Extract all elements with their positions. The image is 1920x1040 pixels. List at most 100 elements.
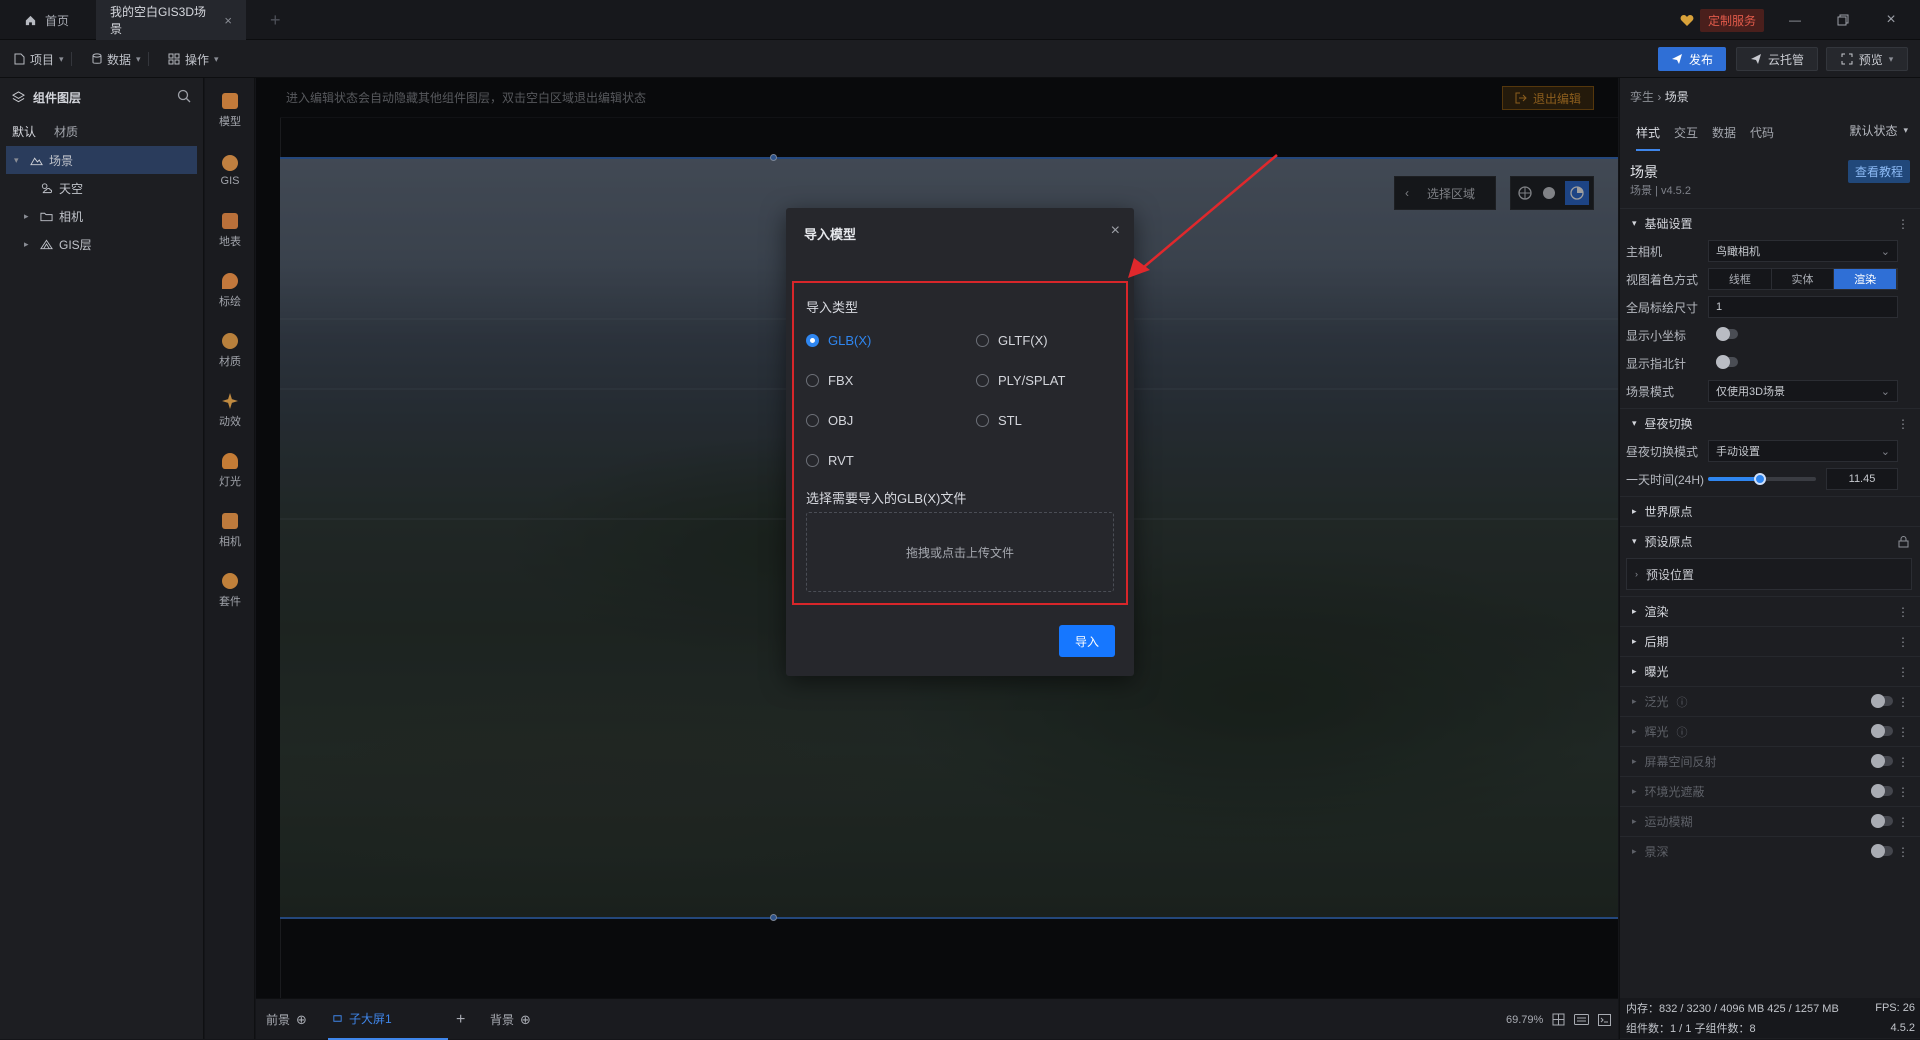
more-vertical-icon[interactable]: ⋮	[1897, 725, 1909, 739]
radio-fbx[interactable]: FBX	[806, 373, 853, 388]
section-post[interactable]: ▸ 后期 ⋮	[1620, 626, 1920, 656]
more-vertical-icon[interactable]: ⋮	[1897, 217, 1909, 231]
more-vertical-icon[interactable]: ⋮	[1897, 785, 1909, 799]
radio-obj[interactable]: OBJ	[806, 413, 853, 428]
close-icon[interactable]: ×	[1111, 222, 1120, 240]
tab-style[interactable]: 样式	[1636, 124, 1661, 151]
help-icon[interactable]: ⓘ	[1677, 724, 1688, 740]
help-icon[interactable]: ⓘ	[1677, 694, 1688, 710]
tab-interaction[interactable]: 交互	[1674, 124, 1698, 151]
tree-item-camera[interactable]: ▸ 相机	[0, 202, 203, 230]
time-input[interactable]: 11.45	[1826, 468, 1898, 490]
tab-scene[interactable]: 我的空白GIS3D场景 ×	[96, 0, 246, 40]
background-tab[interactable]: 背景 ⊕	[490, 999, 531, 1040]
section-preset-origin[interactable]: ▾ 预设原点	[1620, 526, 1920, 556]
shading-wireframe[interactable]: 线框	[1709, 269, 1772, 289]
section-render[interactable]: ▸ 渲染 ⋮	[1620, 596, 1920, 626]
import-button[interactable]: 导入	[1059, 625, 1115, 657]
zoom-level[interactable]: 69.79%	[1506, 999, 1543, 1040]
section-motion-blur[interactable]: ▸ 运动模糊 ⋮	[1620, 806, 1920, 836]
section-world-origin[interactable]: ▸ 世界原点	[1620, 496, 1920, 526]
shading-render[interactable]: 渲染	[1834, 269, 1898, 289]
custom-service[interactable]: 定制服务	[1680, 8, 1765, 32]
publish-button[interactable]: 发布	[1658, 47, 1726, 71]
tab-data[interactable]: 数据	[1712, 124, 1736, 151]
radio-gltfx[interactable]: GLTF(X)	[976, 333, 1048, 348]
rail-item-model[interactable]: 模型	[205, 84, 255, 138]
rail-item-effects[interactable]: 动效	[205, 384, 255, 438]
caret-right-icon[interactable]: ▸	[24, 211, 34, 222]
radio-glbx[interactable]: GLB(X)	[806, 333, 871, 348]
more-vertical-icon[interactable]: ⋮	[1897, 417, 1909, 431]
ssr-toggle[interactable]	[1871, 754, 1893, 768]
section-basic[interactable]: ▾ 基础设置 ⋮	[1620, 208, 1920, 238]
minimize-icon[interactable]: —	[1772, 0, 1818, 40]
fit-screen-icon[interactable]	[1552, 999, 1565, 1040]
scene-mode-select[interactable]: 仅使用3D场景 ⌄	[1708, 380, 1898, 402]
glare-toggle[interactable]	[1871, 724, 1893, 738]
foreground-tab[interactable]: 前景 ⊕	[266, 999, 307, 1040]
keyboard-icon[interactable]	[1574, 999, 1589, 1040]
tab-home[interactable]: 首页	[10, 0, 90, 40]
more-vertical-icon[interactable]: ⋮	[1897, 635, 1909, 649]
more-vertical-icon[interactable]: ⋮	[1897, 755, 1909, 769]
radio-ply-splat[interactable]: PLY/SPLAT	[976, 373, 1065, 388]
menu-data[interactable]: 数据 ▾	[92, 40, 149, 78]
add-screen-icon[interactable]: +	[456, 999, 465, 1040]
more-vertical-icon[interactable]: ⋮	[1897, 665, 1909, 679]
caret-right-icon[interactable]: ▸	[24, 239, 34, 250]
file-dropzone[interactable]: 拖拽或点击上传文件	[806, 512, 1114, 592]
view-tutorial-button[interactable]: 查看教程	[1847, 160, 1910, 183]
section-exposure[interactable]: ▸ 曝光 ⋮	[1620, 656, 1920, 686]
window-close-icon[interactable]: ×	[1868, 0, 1914, 40]
time-slider[interactable]	[1708, 473, 1816, 485]
preview-button[interactable]: 预览 ▾	[1826, 47, 1908, 71]
terminal-icon[interactable]	[1598, 999, 1611, 1040]
main-camera-select[interactable]: 鸟瞰相机 ⌄	[1708, 240, 1898, 262]
restore-icon[interactable]	[1820, 0, 1866, 40]
menu-operate[interactable]: 操作 ▾	[168, 40, 219, 78]
marker-size-input[interactable]: 1	[1708, 296, 1898, 318]
add-circle-icon[interactable]: ⊕	[520, 1012, 531, 1028]
show-compass-toggle[interactable]	[1716, 355, 1738, 369]
section-ao[interactable]: ▸ 环境光遮蔽 ⋮	[1620, 776, 1920, 806]
tab-material[interactable]: 材质	[54, 123, 78, 140]
search-icon[interactable]	[177, 89, 191, 103]
section-dof[interactable]: ▸ 景深 ⋮	[1620, 836, 1920, 866]
cloud-host-button[interactable]: 云托管	[1736, 47, 1818, 71]
radio-rvt[interactable]: RVT	[806, 453, 854, 468]
breadcrumb-parent[interactable]: 孪生	[1630, 90, 1654, 104]
motion-blur-toggle[interactable]	[1871, 814, 1893, 828]
rail-item-kit[interactable]: 套件	[205, 564, 255, 618]
radio-stl[interactable]: STL	[976, 413, 1022, 428]
section-bloom[interactable]: ▸ 泛光 ⓘ ⋮	[1620, 686, 1920, 716]
slider-knob[interactable]	[1753, 473, 1766, 485]
caret-down-icon[interactable]: ▾	[14, 155, 24, 166]
add-tab-icon[interactable]: +	[270, 10, 281, 31]
shading-solid[interactable]: 实体	[1771, 269, 1835, 289]
state-select[interactable]: 默认状态 ▾	[1849, 122, 1908, 139]
tab-code[interactable]: 代码	[1750, 124, 1774, 151]
rail-item-material[interactable]: 材质	[205, 324, 255, 378]
rail-item-camera[interactable]: 相机	[205, 504, 255, 558]
lock-icon[interactable]	[1898, 535, 1909, 548]
tree-item-sky[interactable]: 天空	[0, 174, 203, 202]
close-icon[interactable]: ×	[224, 13, 232, 28]
section-glare[interactable]: ▸ 辉光 ⓘ ⋮	[1620, 716, 1920, 746]
tree-item-gis-layer[interactable]: ▸ GIS层	[0, 230, 203, 258]
tab-default[interactable]: 默认	[12, 123, 36, 140]
screen-tab-1[interactable]: 子大屏1	[328, 999, 448, 1040]
rail-item-terrain[interactable]: 地表	[205, 204, 255, 258]
preset-position[interactable]: › 预设位置	[1626, 558, 1912, 590]
more-vertical-icon[interactable]: ⋮	[1897, 605, 1909, 619]
section-daynight[interactable]: ▾ 昼夜切换 ⋮	[1620, 408, 1920, 438]
more-vertical-icon[interactable]: ⋮	[1897, 815, 1909, 829]
ao-toggle[interactable]	[1871, 784, 1893, 798]
rail-item-marker[interactable]: 标绘	[205, 264, 255, 318]
show-axis-toggle[interactable]	[1716, 327, 1738, 341]
section-ssr[interactable]: ▸ 屏幕空间反射 ⋮	[1620, 746, 1920, 776]
tree-item-scene[interactable]: ▾ 场景	[6, 146, 197, 174]
daynight-mode-select[interactable]: 手动设置 ⌄	[1708, 440, 1898, 462]
more-vertical-icon[interactable]: ⋮	[1897, 845, 1909, 859]
add-circle-icon[interactable]: ⊕	[296, 1012, 307, 1028]
